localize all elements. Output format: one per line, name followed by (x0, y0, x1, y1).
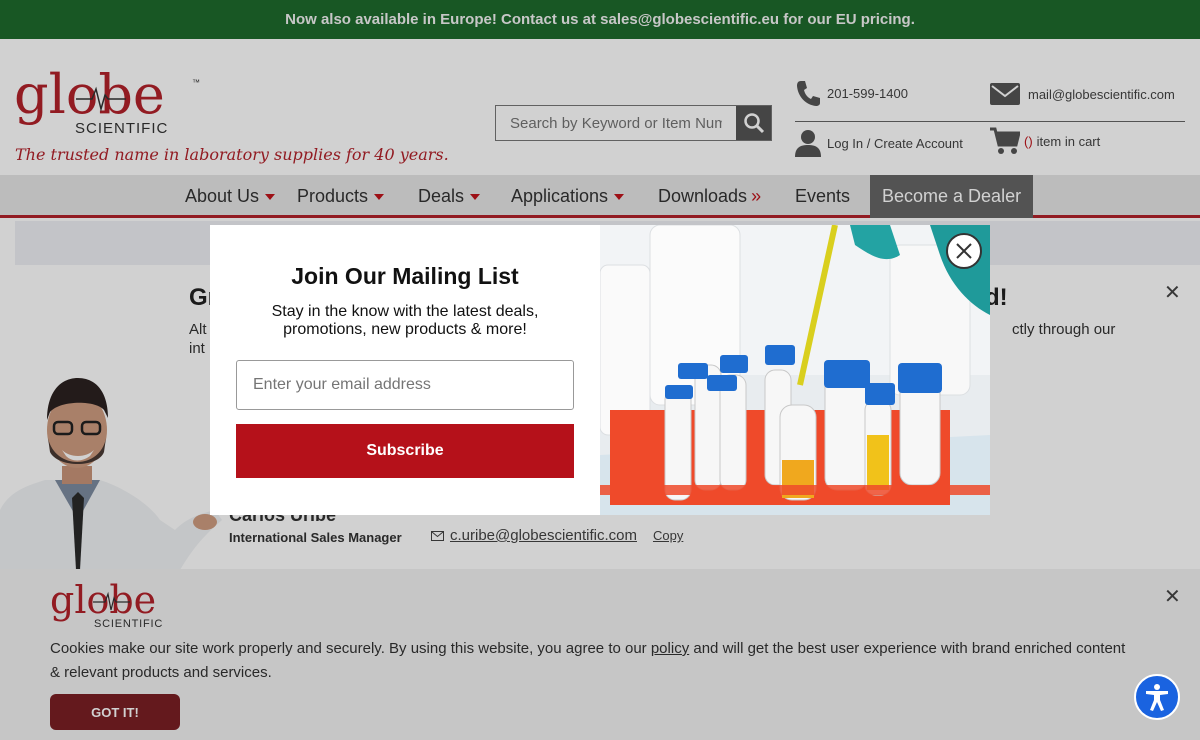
subscribe-button[interactable]: Subscribe (236, 424, 574, 478)
accessibility-icon (1146, 684, 1168, 711)
accessibility-button[interactable] (1134, 674, 1180, 720)
lab-tubes-image (600, 225, 990, 515)
popup-close-button[interactable] (946, 233, 982, 269)
email-field[interactable] (236, 360, 574, 410)
popup-title: Join Our Mailing List (291, 263, 519, 289)
mailing-list-popup: Join Our Mailing List Stay in the know w… (210, 225, 990, 515)
popup-form-panel: Join Our Mailing List Stay in the know w… (210, 225, 600, 515)
close-icon (956, 243, 972, 259)
popup-subtitle: Stay in the know with the latest deals, … (271, 303, 539, 338)
